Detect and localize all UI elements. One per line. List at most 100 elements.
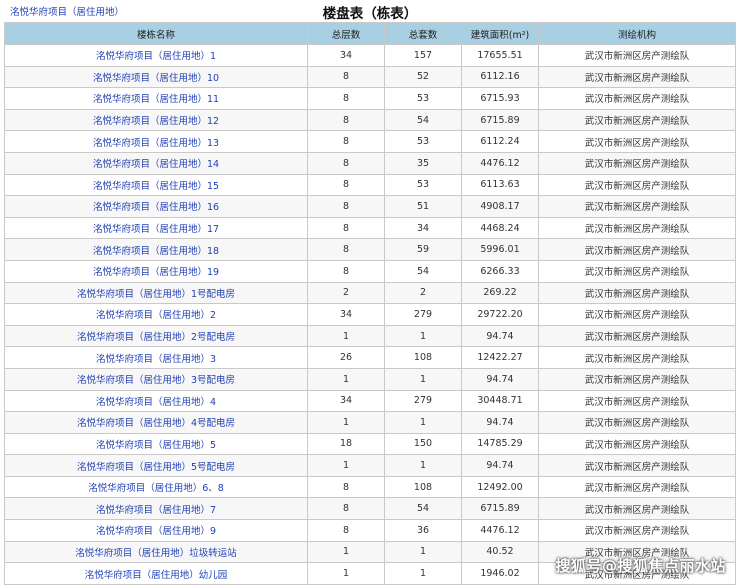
total-floors-cell: 1: [307, 367, 385, 391]
table-row: 洺悦华府项目（居住用地）3 26 108 12422.27 武汉市新洲区房产测绘队: [4, 346, 736, 369]
building-name-cell: 洺悦华府项目（居住用地）18: [4, 238, 308, 261]
building-link[interactable]: 洺悦华府项目（居住用地）7: [96, 505, 216, 516]
table-row: 洺悦华府项目（居住用地）1号配电房 2 2 269.22 武汉市新洲区房产测绘队: [4, 281, 736, 305]
building-link[interactable]: 洺悦华府项目（居住用地）1: [96, 51, 216, 62]
table-row: 洺悦华府项目（居住用地）11 8 53 6715.93 武汉市新洲区房产测绘队: [4, 87, 736, 110]
building-link[interactable]: 洺悦华府项目（居住用地）13: [93, 138, 219, 149]
survey-agency-cell: 武汉市新洲区房产测绘队: [538, 195, 736, 218]
total-floors-cell: 8: [307, 519, 385, 542]
building-name-cell: 洺悦华府项目（居住用地）垃圾转运站: [4, 540, 308, 564]
table-row: 洺悦华府项目（居住用地）2 34 279 29722.20 武汉市新洲区房产测绘队: [4, 303, 736, 326]
building-name-cell: 洺悦华府项目（居住用地）19: [4, 259, 308, 283]
building-link[interactable]: 洺悦华府项目（居住用地）3: [96, 354, 216, 365]
total-floors-cell: 1: [307, 562, 385, 585]
building-area-cell: 6112.24: [461, 130, 539, 153]
building-name-cell: 洺悦华府项目（居住用地）5: [4, 432, 308, 456]
building-link[interactable]: 洺悦华府项目（居住用地）19: [93, 267, 219, 278]
building-name-cell: 洺悦华府项目（居住用地）16: [4, 195, 308, 218]
survey-agency-cell: 武汉市新洲区房产测绘队: [538, 108, 736, 132]
building-link[interactable]: 洺悦华府项目（居住用地）4号配电房: [77, 418, 235, 429]
total-floors-cell: 8: [307, 259, 385, 283]
building-table: 楼栋名称 总层数 总套数 建筑面积(m²) 测绘机构 洺悦华府项目（居住用地）1…: [4, 22, 736, 585]
building-link[interactable]: 洺悦华府项目（居住用地）9: [96, 526, 216, 537]
total-floors-cell: 8: [307, 173, 385, 197]
building-link[interactable]: 洺悦华府项目（居住用地）12: [93, 116, 219, 127]
total-floors-cell: 8: [307, 151, 385, 175]
total-floors-cell: 1: [307, 324, 385, 348]
survey-agency-cell: 武汉市新洲区房产测绘队: [538, 173, 736, 197]
total-units-cell: 54: [384, 108, 462, 132]
total-units-cell: 52: [384, 65, 462, 89]
total-floors-cell: 8: [307, 216, 385, 240]
total-floors-cell: 34: [307, 303, 385, 326]
table-body: 洺悦华府项目（居住用地）1 34 157 17655.51 武汉市新洲区房产测绘队 洺悦华…: [4, 44, 736, 585]
survey-agency-cell: 武汉市新洲区房产测绘队: [538, 130, 736, 153]
building-area-cell: 4908.17: [461, 195, 539, 218]
building-link[interactable]: 洺悦华府项目（居住用地）垃圾转运站: [75, 548, 237, 559]
table-row: 洺悦华府项目（居住用地）6、8 8 108 12492.00 武汉市新洲区房产测绘队: [4, 475, 736, 499]
table-row: 洺悦华府项目（居住用地）7 8 54 6715.89 武汉市新洲区房产测绘队: [4, 497, 736, 521]
building-link[interactable]: 洺悦华府项目（居住用地）5: [96, 440, 216, 451]
building-link[interactable]: 洺悦华府项目（居住用地）3号配电房: [77, 375, 235, 386]
survey-agency-cell: 武汉市新洲区房产测绘队: [538, 238, 736, 261]
survey-agency-cell: 武汉市新洲区房产测绘队: [538, 44, 736, 67]
building-name-cell: 洺悦华府项目（居住用地）17: [4, 216, 308, 240]
building-name-cell: 洺悦华府项目（居住用地）11: [4, 87, 308, 110]
building-area-cell: 94.74: [461, 454, 539, 477]
building-link[interactable]: 洺悦华府项目（居住用地）1号配电房: [77, 289, 235, 300]
building-link[interactable]: 洺悦华府项目（居住用地）11: [93, 94, 219, 105]
survey-agency-cell: 武汉市新洲区房产测绘队: [538, 151, 736, 175]
total-units-cell: 157: [384, 44, 462, 67]
survey-agency-cell: 武汉市新洲区房产测绘队: [538, 281, 736, 305]
table-row: 洺悦华府项目（居住用地）12 8 54 6715.89 武汉市新洲区房产测绘队: [4, 108, 736, 132]
total-floors-cell: 8: [307, 65, 385, 89]
building-name-cell: 洺悦华府项目（居住用地）4: [4, 389, 308, 413]
building-link[interactable]: 洺悦华府项目（居住用地）4: [96, 397, 216, 408]
total-units-cell: 51: [384, 195, 462, 218]
building-link[interactable]: 洺悦华府项目（居住用地）幼儿园: [85, 570, 228, 581]
table-row: 洺悦华府项目（居住用地）15 8 53 6113.63 武汉市新洲区房产测绘队: [4, 173, 736, 197]
building-link[interactable]: 洺悦华府项目（居住用地）17: [93, 224, 219, 235]
building-name-cell: 洺悦华府项目（居住用地）幼儿园: [4, 562, 308, 585]
table-row: 洺悦华府项目（居住用地）1 34 157 17655.51 武汉市新洲区房产测绘队: [4, 44, 736, 67]
table-row: 洺悦华府项目（居住用地）9 8 36 4476.12 武汉市新洲区房产测绘队: [4, 519, 736, 542]
total-floors-cell: 34: [307, 389, 385, 413]
building-area-cell: 14785.29: [461, 432, 539, 456]
page-title: 楼盘表（栋表）: [322, 6, 418, 22]
building-link[interactable]: 洺悦华府项目（居住用地）16: [93, 202, 219, 213]
building-link[interactable]: 洺悦华府项目（居住用地）14: [93, 159, 219, 170]
survey-agency-cell: 武汉市新洲区房产测绘队: [538, 519, 736, 542]
total-floors-cell: 8: [307, 497, 385, 521]
table-row: 洺悦华府项目（居住用地）4号配电房 1 1 94.74 武汉市新洲区房产测绘队: [4, 411, 736, 434]
total-units-cell: 1: [384, 562, 462, 585]
building-link[interactable]: 洺悦华府项目（居住用地）2: [96, 310, 216, 321]
total-units-cell: 59: [384, 238, 462, 261]
building-area-cell: 1946.02: [461, 562, 539, 585]
building-name-cell: 洺悦华府项目（居住用地）2: [4, 303, 308, 326]
building-link[interactable]: 洺悦华府项目（居住用地）5号配电房: [77, 462, 235, 473]
header-total-floors: 总层数: [307, 22, 385, 45]
table-row: 洺悦华府项目（居住用地）13 8 53 6112.24 武汉市新洲区房产测绘队: [4, 130, 736, 153]
building-name-cell: 洺悦华府项目（居住用地）12: [4, 108, 308, 132]
building-area-cell: 17655.51: [461, 44, 539, 67]
total-units-cell: 54: [384, 259, 462, 283]
building-area-cell: 12422.27: [461, 346, 539, 369]
building-area-cell: 5996.01: [461, 238, 539, 261]
total-units-cell: 54: [384, 497, 462, 521]
building-link[interactable]: 洺悦华府项目（居住用地）6、8: [88, 483, 224, 494]
survey-agency-cell: 武汉市新洲区房产测绘队: [538, 65, 736, 89]
building-link[interactable]: 洺悦华府项目（居住用地）18: [93, 246, 219, 257]
total-units-cell: 1: [384, 540, 462, 564]
building-link[interactable]: 洺悦华府项目（居住用地）15: [93, 181, 219, 192]
total-floors-cell: 1: [307, 454, 385, 477]
total-floors-cell: 2: [307, 281, 385, 305]
building-name-cell: 洺悦华府项目（居住用地）1: [4, 44, 308, 67]
building-area-cell: 6715.93: [461, 87, 539, 110]
total-units-cell: 1: [384, 367, 462, 391]
total-units-cell: 2: [384, 281, 462, 305]
building-area-cell: 6266.33: [461, 259, 539, 283]
building-link[interactable]: 洺悦华府项目（居住用地）2号配电房: [77, 332, 235, 343]
building-area-cell: 4468.24: [461, 216, 539, 240]
building-link[interactable]: 洺悦华府项目（居住用地）10: [93, 73, 219, 84]
survey-agency-cell: 武汉市新洲区房产测绘队: [538, 432, 736, 456]
